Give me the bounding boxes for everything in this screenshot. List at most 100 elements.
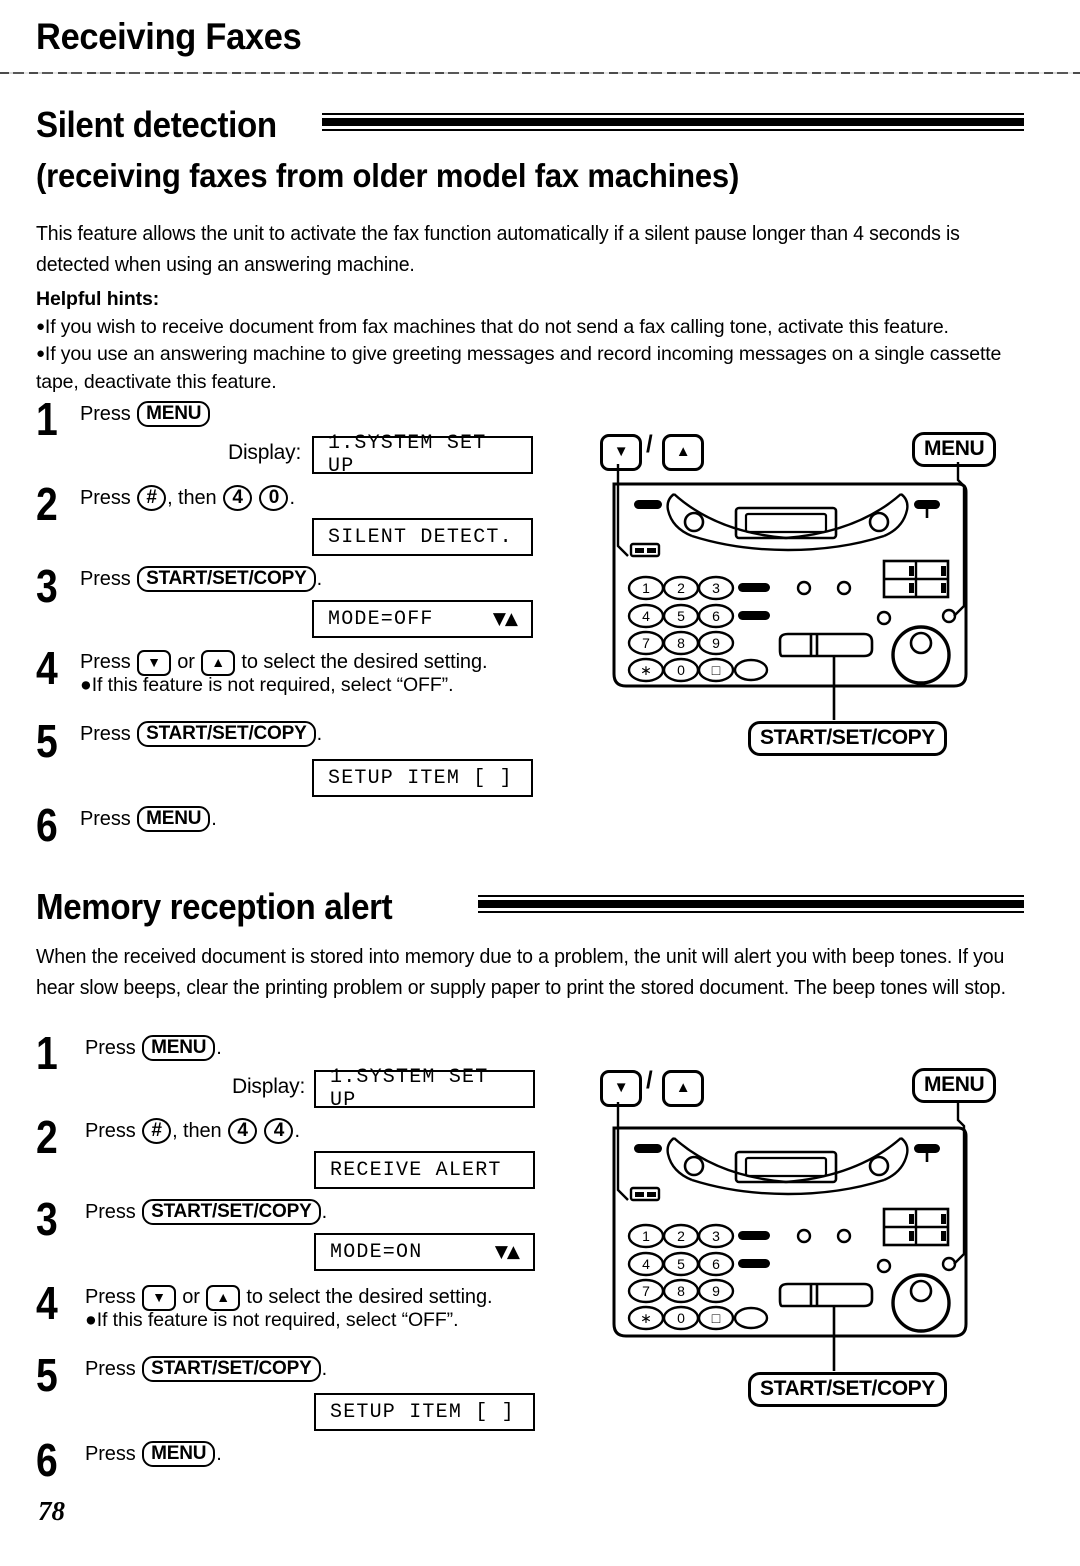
keypad-key-1: 1 [642,1228,650,1244]
lcd-display: RECEIVE ALERT [314,1151,535,1189]
step-verb: Press [85,1358,136,1380]
step-number: 6 [36,1434,58,1486]
helpful-hints-label: Helpful hints: [36,288,160,310]
step-suffix: . [316,568,323,590]
step-suffix: . [216,1443,222,1465]
keypad-key-9: 9 [712,1283,720,1299]
key-up-arrow[interactable]: ▲ [206,1285,240,1311]
step-verb: Press [80,651,131,673]
fax-panel-diagram: ▼ / ▲ MENU START/SET/COPY 1 2 3 4 5 6 7 … [596,428,1016,756]
key-0[interactable]: 0 [259,485,289,511]
key-4[interactable]: 4 [228,1118,257,1144]
step-number: 5 [36,1349,58,1401]
fax-panel-diagram: ▼ / ▲ MENU START/SET/COPY 1 2 3 4 5 6 7 … [596,1062,1016,1407]
lcd-text: 1.SYSTEM SET UP [330,1066,489,1112]
key-down-arrow[interactable]: ▼ [137,650,171,676]
step-number: 3 [36,1193,58,1245]
keypad-key-3: 3 [712,580,720,596]
display-label: Display: [232,1075,306,1098]
fax-panel-artwork: 1 2 3 4 5 6 7 8 9 ∗ 0 □ [612,462,968,720]
key-hash[interactable]: # [142,1118,172,1144]
bullet-icon: ● [85,1309,97,1331]
intro-paragraph-memory-reception-alert: When the received document is stored int… [36,945,1006,1000]
step-instruction: Press START/SET/COPY. [85,1199,327,1226]
lcd-display: MODE=OFF ▼▲ [312,600,533,638]
step-number: 4 [36,642,58,694]
keypad-key-8: 8 [677,635,685,651]
step-number: 4 [36,1277,58,1329]
step-note: ●If this feature is not required, select… [85,1309,458,1332]
key-down-arrow[interactable]: ▼ [142,1285,176,1311]
fax-panel-artwork: 1 2 3 4 5 6 7 8 9 ∗ 0 □ [612,1100,968,1371]
keypad-key-4: 4 [642,608,650,624]
step-instruction: Press ▼ or ▲ to select the desired setti… [85,1284,493,1311]
manual-page: Receiving Faxes Silent detection (receiv… [0,0,1080,1566]
step-suffix: to select the desired setting. [246,1286,493,1308]
step-verb: Press [80,403,131,425]
key-menu[interactable]: MENU [142,1441,216,1467]
hint-item: ●If you use an answering machine to give… [36,340,1016,396]
step-number: 6 [36,799,58,851]
step-suffix: . [289,487,295,509]
step-verb: Press [85,1037,136,1059]
lcd-text: RECEIVE ALERT [330,1158,502,1182]
keypad-key-1: 1 [642,580,650,596]
step-verb: Press [80,808,131,830]
keypad-key-star: ∗ [640,662,652,678]
lcd-text: MODE=OFF [328,607,434,631]
display-label: Display: [228,441,302,464]
step-instruction: Press START/SET/COPY. [85,1356,327,1383]
step-suffix: . [321,1201,328,1223]
keypad-key-star: ∗ [640,1310,652,1326]
step-suffix: . [316,723,323,745]
lcd-text: 1.SYSTEM SET UP [328,432,487,478]
bullet-icon: ● [80,674,92,696]
key-start-set-copy[interactable]: START/SET/COPY [137,566,316,592]
step-instruction: Press START/SET/COPY. [80,566,322,593]
lcd-text: SETUP ITEM [ ] [328,766,513,790]
lcd-display: 1.SYSTEM SET UP [314,1066,535,1112]
keypad-key-4: 4 [642,1256,650,1272]
step-note-text: If this feature is not required, select … [91,674,454,696]
step-verb: Press [85,1286,136,1308]
key-up-arrow[interactable]: ▲ [201,650,235,676]
keypad-key-3: 3 [712,1228,720,1244]
step-verb: Press [85,1120,136,1142]
step-instruction: Press MENU. [85,1441,222,1468]
section-title-memory-reception-alert: Memory reception alert [36,886,393,927]
key-menu[interactable]: MENU [137,401,211,427]
section-subtitle-silent-detection: (receiving faxes from older model fax ma… [36,157,740,194]
keypad-key-7: 7 [642,635,650,651]
keypad-key-7: 7 [642,1283,650,1299]
key-4[interactable]: 4 [264,1118,294,1144]
key-start-set-copy[interactable]: START/SET/COPY [142,1199,321,1225]
keypad-key-5: 5 [677,1256,685,1272]
step-instruction: Press ▼ or ▲ to select the desired setti… [80,649,488,676]
key-4[interactable]: 4 [223,485,252,511]
key-menu[interactable]: MENU [142,1035,216,1061]
lcd-display: MODE=ON ▼▲ [314,1233,535,1271]
key-start-set-copy[interactable]: START/SET/COPY [137,721,316,747]
keypad-key-8: 8 [677,1283,685,1299]
step-suffix: to select the desired setting. [241,651,488,673]
keypad-key-square: □ [712,1310,721,1326]
step-verb: Press [85,1201,136,1223]
section-rule-silent-detection [322,113,1024,131]
keypad-key-6: 6 [712,1256,720,1272]
key-menu[interactable]: MENU [137,806,211,832]
step-suffix: . [321,1358,328,1380]
lcd-display: SETUP ITEM [ ] [312,759,533,797]
step-note: ●If this feature is not required, select… [80,674,453,697]
hint-text: If you wish to receive document from fax… [44,316,949,338]
step-verb: Press [85,1443,136,1465]
lcd-text: SETUP ITEM [ ] [330,1400,515,1424]
intro-paragraph-silent-detection: This feature allows the unit to activate… [36,222,960,277]
section-rule-memory-reception-alert [478,895,1024,913]
bullet-icon: ● [36,318,45,335]
hint-text: If you use an answering machine to give … [36,343,1002,393]
keypad-key-6: 6 [712,608,720,624]
key-hash[interactable]: # [137,485,167,511]
lcd-arrows: ▼▲ [494,1242,520,1262]
key-start-set-copy[interactable]: START/SET/COPY [142,1356,321,1382]
chapter-divider [0,72,1080,74]
